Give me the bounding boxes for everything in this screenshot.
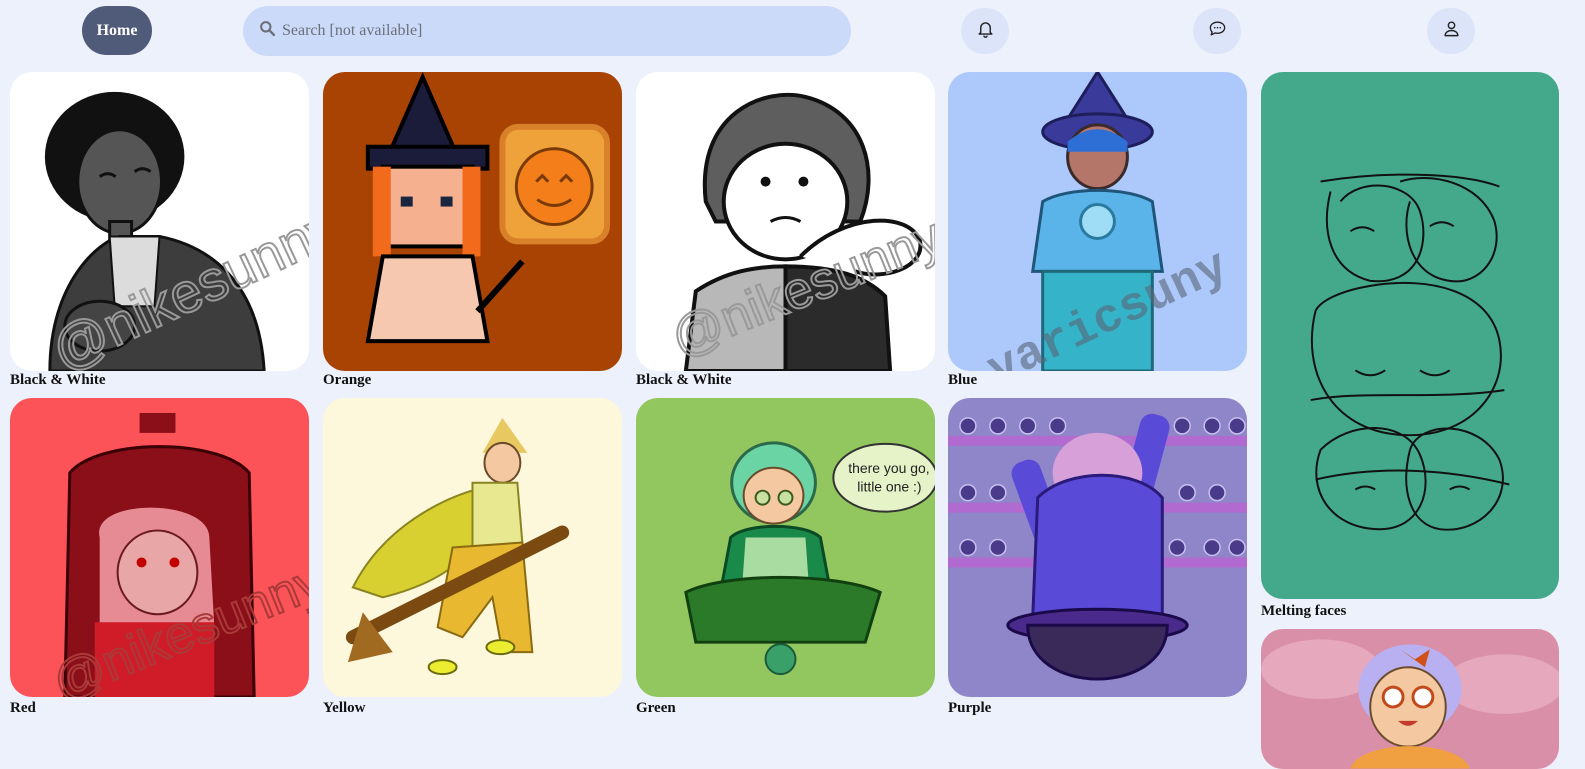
artwork-image[interactable]: there you go, little one :): [636, 398, 935, 697]
notifications-button[interactable]: [961, 8, 1009, 54]
artwork-image[interactable]: [948, 398, 1247, 697]
artwork-caption: Blue: [948, 372, 978, 388]
svg-text:little one :): little one :): [857, 479, 921, 495]
artwork-caption: Black & White: [636, 372, 732, 388]
artwork-image[interactable]: [1261, 629, 1559, 769]
user-icon: [1442, 19, 1461, 43]
search-bar[interactable]: [243, 6, 851, 56]
artwork-image[interactable]: [323, 398, 622, 697]
artwork-caption: Orange: [323, 372, 372, 388]
artwork-image[interactable]: @nikesunny: [10, 398, 309, 697]
profile-button[interactable]: [1427, 8, 1475, 54]
artwork-caption: Red: [10, 700, 36, 716]
artwork-image[interactable]: @nikesunny: [10, 72, 309, 371]
artwork-caption: Yellow: [323, 700, 366, 716]
artwork-caption: Purple: [948, 700, 992, 716]
search-icon: [259, 20, 276, 42]
artwork-image[interactable]: varicsuny: [948, 72, 1247, 371]
svg-text:there you go,: there you go,: [848, 460, 929, 476]
artwork-image[interactable]: @nikesunny: [636, 72, 935, 371]
artwork-caption: Melting faces: [1261, 603, 1347, 619]
search-input[interactable]: [280, 21, 844, 41]
artwork-image[interactable]: [1261, 72, 1559, 599]
chat-bubble-icon: [1208, 19, 1227, 43]
top-navigation-bar: Home: [0, 0, 1585, 62]
home-button[interactable]: Home: [82, 6, 152, 55]
bell-icon: [976, 19, 995, 43]
artwork-caption: Black & White: [10, 372, 106, 388]
messages-button[interactable]: [1193, 8, 1241, 54]
artwork-caption: Green: [636, 700, 676, 716]
artwork-image[interactable]: [323, 72, 622, 371]
